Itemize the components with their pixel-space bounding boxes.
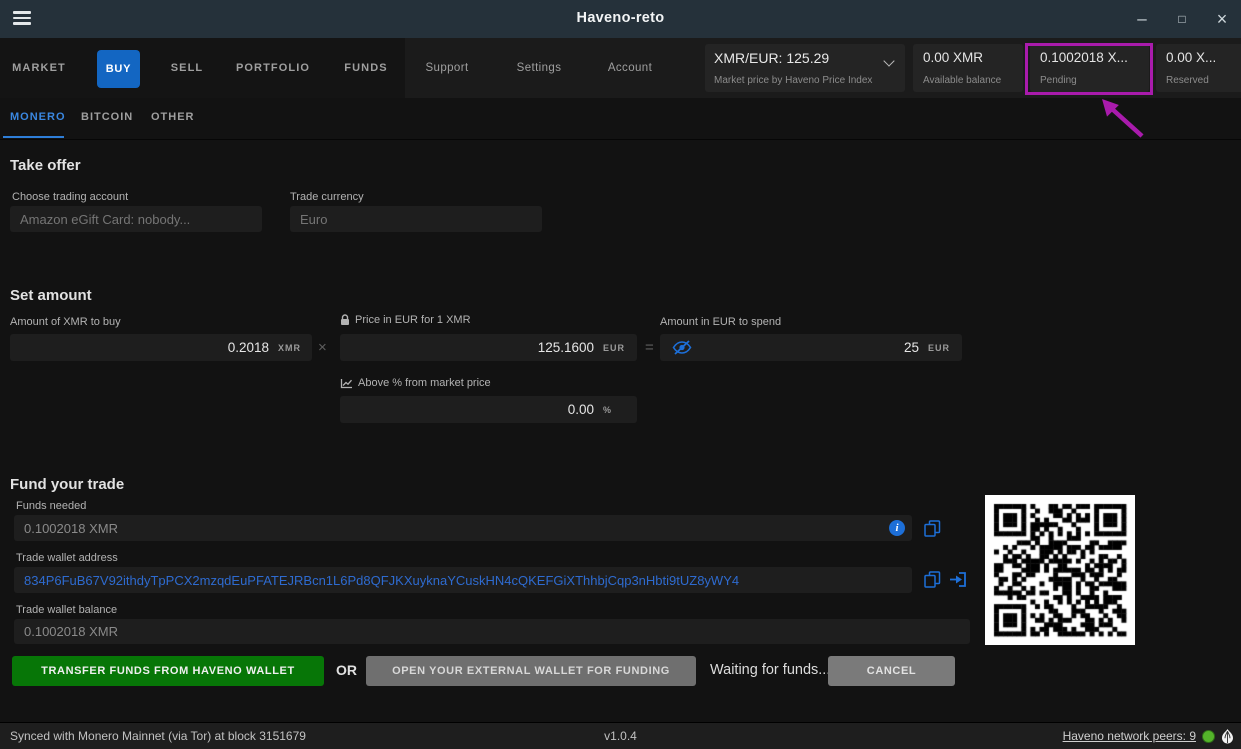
lock-icon [340, 314, 350, 326]
nav-item-portfolio[interactable]: PORTFOLIO [236, 38, 310, 98]
nav-item-buy[interactable]: BUY [97, 50, 140, 88]
price-input[interactable]: 125.1600 EUR [340, 334, 637, 361]
wallet-balance-label: Trade wallet balance [16, 604, 117, 616]
tab-monero[interactable]: MONERO [10, 111, 66, 123]
qr-code [985, 495, 1135, 645]
wallet-balance-value: 0.1002018 XMR [14, 624, 118, 639]
trading-account-value: Amazon eGift Card: nobody... [10, 212, 190, 227]
version-label: v1.0.4 [604, 723, 637, 749]
price-label: Price in EUR for 1 XMR [340, 314, 471, 326]
main-nav: MARKET BUY SELL PORTFOLIO FUNDS Support … [0, 38, 1241, 98]
trade-currency-label: Trade currency [290, 191, 364, 203]
close-icon[interactable]: × [1213, 0, 1231, 38]
available-balance-label: Available balance [923, 75, 1001, 86]
amount-input[interactable]: 0.2018 XMR [10, 334, 312, 361]
pending-balance-value: 0.1002018 X... [1040, 50, 1128, 65]
spend-suffix: EUR [928, 343, 962, 353]
nav-item-market[interactable]: MARKET [12, 38, 66, 98]
take-offer-heading: Take offer [10, 157, 81, 174]
set-amount-heading: Set amount [10, 287, 92, 304]
peer-status-icon [1202, 730, 1215, 743]
tab-bitcoin[interactable]: BITCOIN [81, 111, 133, 123]
copy-address-icon[interactable] [924, 571, 941, 588]
trade-currency-value: Euro [290, 212, 327, 227]
available-balance-value: 0.00 XMR [923, 50, 983, 65]
amount-value: 0.2018 [10, 340, 269, 355]
deviation-input[interactable]: 0.00 % [340, 396, 637, 423]
deviation-label: Above % from market price [340, 377, 491, 389]
wallet-address-value: 834P6FuB67V92ithdyTpPCX2mzqdEuPFATEJRBcn… [14, 573, 739, 588]
wallet-address-label: Trade wallet address [16, 552, 118, 564]
funds-needed-label: Funds needed [16, 500, 86, 512]
tor-onion-icon [1221, 728, 1234, 745]
nav-item-account[interactable]: Account [608, 38, 652, 98]
spend-input[interactable]: 25 EUR [660, 334, 962, 361]
spend-value: 25 [660, 340, 919, 355]
chart-icon [340, 378, 353, 389]
external-wallet-button[interactable]: OPEN YOUR EXTERNAL WALLET FOR FUNDING [366, 656, 696, 686]
or-text: OR [336, 662, 357, 678]
nav-item-funds[interactable]: FUNDS [344, 38, 387, 98]
open-wallet-icon[interactable] [949, 572, 967, 587]
copy-funds-icon[interactable] [924, 520, 941, 537]
trade-currency-field[interactable]: Euro [290, 206, 542, 232]
deviation-value: 0.00 [340, 402, 594, 417]
price-value: 125.1600 [340, 340, 594, 355]
equals-symbol: = [645, 339, 654, 356]
haveno-app-window: Haveno-reto – □ × MARKET BUY SELL PORTFO… [0, 0, 1241, 749]
eye-slash-icon[interactable] [672, 339, 692, 361]
nav-item-sell[interactable]: SELL [171, 38, 204, 98]
multiply-symbol: × [318, 339, 327, 356]
amount-suffix: XMR [278, 343, 312, 353]
title-bar: Haveno-reto – □ × [0, 0, 1241, 38]
nav-item-support[interactable]: Support [425, 38, 468, 98]
amount-label: Amount of XMR to buy [10, 316, 121, 328]
nav-item-settings[interactable]: Settings [517, 38, 562, 98]
network-peers-link[interactable]: Haveno network peers: 9 [1063, 729, 1196, 743]
tab-other[interactable]: OTHER [151, 111, 195, 123]
deviation-suffix: % [603, 405, 637, 415]
status-bar: Synced with Monero Mainnet (via Tor) at … [0, 722, 1241, 749]
fund-trade-heading: Fund your trade [10, 476, 124, 493]
app-title: Haveno-reto [577, 10, 665, 26]
active-tab-underline [3, 136, 64, 138]
pending-balance-box: 0.1002018 X... Pending [1030, 44, 1149, 92]
window-controls: – □ × [1133, 0, 1231, 38]
market-price-selector[interactable]: XMR/EUR: 125.29 Market price by Haveno P… [705, 44, 905, 92]
pending-balance-label: Pending [1040, 75, 1077, 86]
available-balance-box: 0.00 XMR Available balance [913, 44, 1023, 92]
transfer-funds-button[interactable]: TRANSFER FUNDS FROM HAVENO WALLET [12, 656, 324, 686]
info-icon[interactable]: i [889, 520, 905, 536]
maximize-icon[interactable]: □ [1173, 0, 1191, 38]
wallet-balance-field: 0.1002018 XMR [14, 619, 970, 644]
trading-account-field[interactable]: Amazon eGift Card: nobody... [10, 206, 262, 232]
spend-label: Amount in EUR to spend [660, 316, 781, 328]
menu-icon[interactable] [13, 11, 31, 27]
reserved-balance-box: 0.00 X... Reserved [1156, 44, 1241, 92]
market-price-value: XMR/EUR: 125.29 [714, 50, 829, 66]
funds-needed-field: 0.1002018 XMR i [14, 515, 912, 541]
funds-needed-value: 0.1002018 XMR [14, 521, 118, 536]
chevron-down-icon [883, 55, 894, 66]
cancel-button[interactable]: CANCEL [828, 656, 955, 686]
market-price-source: Market price by Haveno Price Index [714, 75, 872, 86]
crypto-tab-bar: MONERO BITCOIN OTHER [0, 98, 1241, 140]
trading-account-label: Choose trading account [12, 191, 128, 203]
sync-status: Synced with Monero Mainnet (via Tor) at … [10, 723, 306, 749]
wallet-address-field[interactable]: 834P6FuB67V92ithdyTpPCX2mzqdEuPFATEJRBcn… [14, 567, 912, 593]
price-suffix: EUR [603, 343, 637, 353]
waiting-status: Waiting for funds... [710, 662, 830, 678]
reserved-balance-value: 0.00 X... [1166, 50, 1216, 65]
reserved-balance-label: Reserved [1166, 75, 1209, 86]
minimize-icon[interactable]: – [1133, 0, 1151, 38]
